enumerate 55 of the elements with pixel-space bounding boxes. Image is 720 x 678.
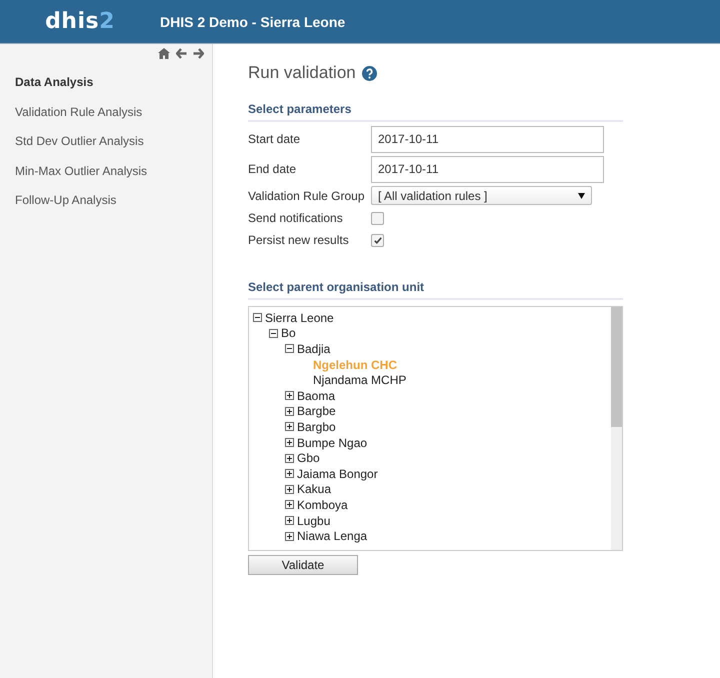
collapse-icon[interactable] bbox=[253, 313, 262, 322]
expand-icon[interactable] bbox=[285, 532, 294, 541]
date-field[interactable]: 2017-10-11 bbox=[371, 126, 604, 152]
validate-button[interactable]: Validate bbox=[248, 555, 358, 575]
tree-item[interactable]: Sierra Leone bbox=[265, 310, 334, 325]
tree-item[interactable]: Bumpe Ngao bbox=[297, 436, 368, 450]
expand-icon[interactable] bbox=[285, 516, 294, 526]
date-field[interactable]: 2017-10-11 bbox=[371, 156, 604, 182]
field-label: Persist new results bbox=[248, 233, 350, 247]
collapse-icon[interactable] bbox=[269, 328, 278, 338]
field-label: Start date bbox=[248, 132, 302, 146]
tree-item[interactable]: Bo bbox=[281, 326, 296, 340]
expand-icon[interactable] bbox=[285, 422, 294, 432]
field-label: Validation Rule Group bbox=[248, 188, 366, 202]
tree-item[interactable]: Njandama MCHP bbox=[313, 373, 406, 388]
forward-arrow-icon[interactable] bbox=[193, 48, 204, 59]
tree-item[interactable]: Bargbo bbox=[297, 420, 336, 434]
sidebar-link[interactable]: Std Dev Outlier Analysis bbox=[0, 127, 212, 156]
tree-item[interactable]: Baoma bbox=[297, 388, 336, 403]
expand-icon[interactable] bbox=[285, 438, 294, 448]
sidebar-link[interactable]: Validation Rule Analysis bbox=[0, 98, 212, 127]
collapse-icon[interactable] bbox=[285, 344, 294, 354]
app-title: DHIS 2 Demo - Sierra Leone bbox=[160, 14, 346, 30]
tree-item[interactable]: Kakua bbox=[297, 482, 332, 496]
rule-group-select[interactable]: [ All validation rules ] bbox=[371, 186, 592, 205]
tree-item[interactable]: Bargbe bbox=[297, 404, 336, 418]
tree-item[interactable]: Jaiama Bongor bbox=[297, 466, 378, 481]
dropdown-caret-icon bbox=[578, 192, 585, 198]
logo[interactable]: dhis2 bbox=[0, 9, 160, 34]
tree-item[interactable]: Badjia bbox=[297, 342, 330, 356]
scrollbar[interactable] bbox=[611, 307, 622, 550]
back-arrow-icon[interactable] bbox=[176, 48, 187, 59]
expand-icon[interactable] bbox=[285, 500, 294, 510]
tree-item[interactable]: Komboya bbox=[297, 498, 348, 512]
section-heading: Select parameters bbox=[248, 102, 623, 122]
expand-icon[interactable] bbox=[285, 391, 294, 400]
sidebar-link[interactable]: Follow-Up Analysis bbox=[0, 186, 212, 216]
home-icon[interactable] bbox=[158, 48, 170, 59]
expand-icon[interactable] bbox=[285, 484, 294, 494]
sidebar-link[interactable]: Min-Max Outlier Analysis bbox=[0, 156, 212, 186]
tree-item[interactable]: Gbo bbox=[297, 451, 320, 466]
tree-item[interactable]: Lugbu bbox=[297, 514, 330, 528]
field-label: Send notifications bbox=[248, 211, 344, 225]
expand-icon[interactable] bbox=[285, 454, 294, 463]
field-label: End date bbox=[248, 162, 298, 176]
checkmark-icon bbox=[374, 236, 382, 244]
page-title: Run validation bbox=[248, 63, 356, 83]
help-icon[interactable] bbox=[362, 66, 377, 80]
expand-icon[interactable] bbox=[285, 406, 294, 416]
tree-item[interactable]: Niawa Lenga bbox=[297, 529, 368, 544]
checkbox[interactable] bbox=[371, 212, 384, 224]
checkbox[interactable] bbox=[371, 234, 384, 246]
section-heading: Select parent organisation unit bbox=[248, 280, 623, 300]
expand-icon[interactable] bbox=[285, 469, 294, 478]
sidebar-link[interactable]: Data Analysis bbox=[0, 68, 212, 98]
